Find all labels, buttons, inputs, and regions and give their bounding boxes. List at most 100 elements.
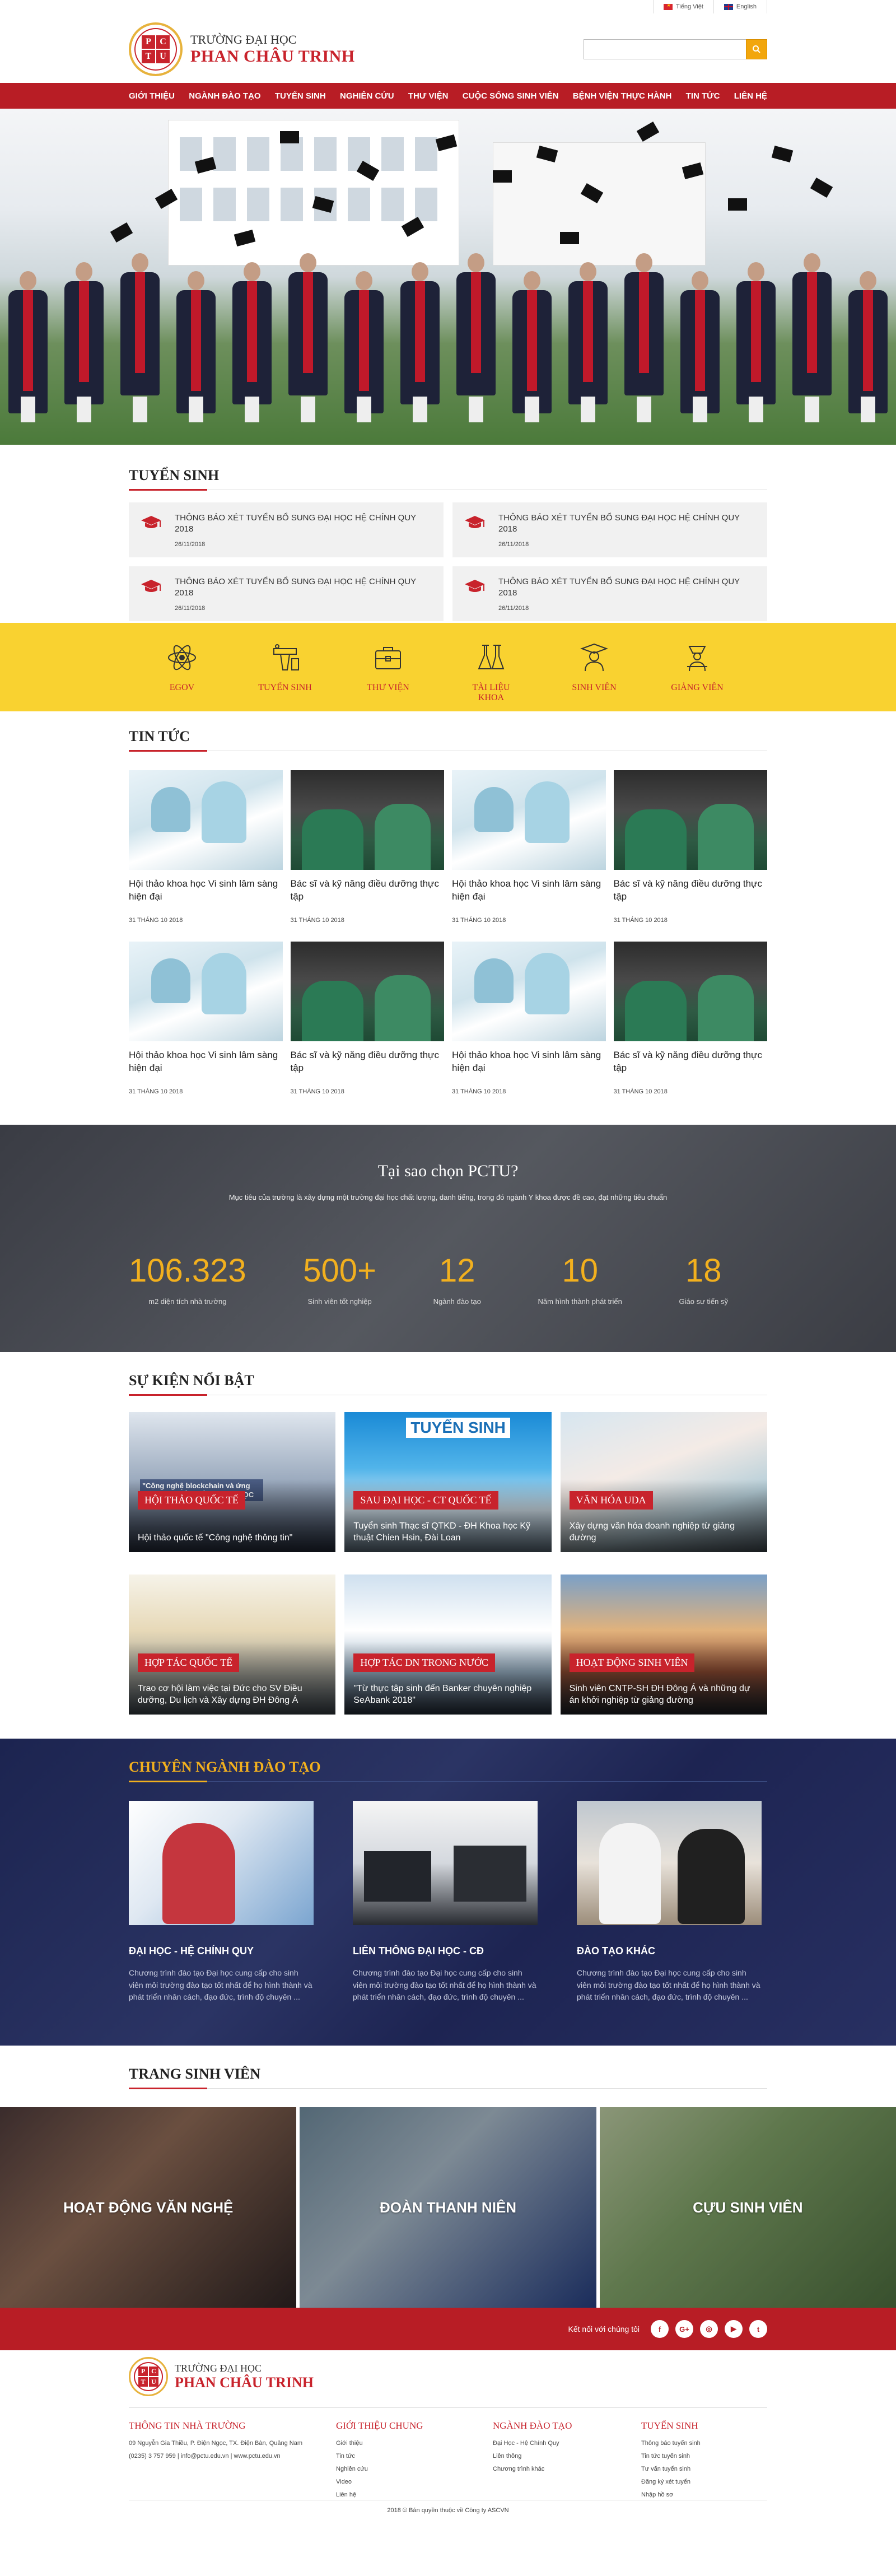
graduate-figure [568,262,608,422]
admission-date: 26/11/2018 [498,541,529,548]
news-image[interactable] [452,942,606,1041]
event-tag: HỢP TÁC DN TRONG NƯỚC [353,1653,495,1672]
program-card[interactable]: ĐÀO TẠO KHÁC Chương trình đào tạo Đại học… [577,1801,762,2004]
program-title[interactable]: ĐẠI HỌC - HỆ CHÍNH QUY [129,1945,314,1957]
footer-link[interactable]: Giới thiệu [336,2437,493,2450]
nav-item[interactable]: GIỚI THIỆU [129,91,175,101]
news-title[interactable]: Hội thảo khoa học Vi sinh lâm sàng hiện … [452,1049,606,1075]
news-title[interactable]: Hội thảo khoa học Vi sinh lâm sàng hiện … [129,1049,283,1075]
event-card[interactable]: VĂN HÓA UDA Xây dựng văn hóa doanh nghiệp… [560,1412,767,1552]
program-image[interactable] [353,1801,538,1925]
briefcase-icon [357,642,419,676]
footer-link[interactable]: Đăng ký xét tuyển [641,2476,767,2489]
quicklinks-band: EGOV TUYỂN SINH THƯ VIỆN TÀI LIỆU KHOA SINH … [0,623,896,711]
stat-number: 106.323 [129,1252,246,1289]
event-card[interactable]: HỢP TÁC DN TRONG NƯỚC "Từ thực tập sinh đ… [344,1575,552,1715]
news-title[interactable]: Bác sĩ và kỹ năng điều dưỡng thực tập [291,1049,445,1075]
quicklink-1[interactable]: EGOV [151,642,213,703]
twitter-icon[interactable]: t [749,2320,767,2338]
news-image[interactable] [290,942,444,1041]
admission-item[interactable]: THÔNG BÁO XÉT TUYỂN BỔ SUNG ĐẠI HỌC HỆ C… [129,502,444,557]
why-subtitle: Mục tiêu của trường là xây dựng một trườ… [228,1193,668,1201]
google-plus-icon[interactable]: G+ [675,2320,693,2338]
footer-logo[interactable]: PCTU TRƯỜNG ĐẠI HỌC PHAN CHÂU TRINH [129,2357,767,2408]
nav-item[interactable]: TIN TỨC [686,91,720,101]
stat-item: 18 Giáo sư tiến sỹ [679,1252,728,1306]
news-image[interactable] [129,942,283,1041]
news-image[interactable] [613,770,767,870]
footer-link[interactable]: Chương trình khác [493,2463,641,2476]
news-card[interactable]: Hội thảo khoa học Vi sinh lâm sàng hiện … [129,942,283,1113]
program-image[interactable] [129,1801,314,1925]
news-image[interactable] [129,770,283,870]
nav-item[interactable]: BỆNH VIỆN THỰC HÀNH [573,91,672,101]
news-card[interactable]: Bác sĩ và kỹ năng điều dưỡng thực tập 31 … [290,770,445,942]
news-card[interactable]: Hội thảo khoa học Vi sinh lâm sàng hiện … [129,770,283,942]
nav-item[interactable]: NGÀNH ĐÀO TẠO [189,91,260,101]
program-title[interactable]: ĐÀO TẠO KHÁC [577,1945,762,1957]
quicklink-3[interactable]: THƯ VIỆN [357,642,419,703]
quicklink-2[interactable]: TUYỂN SINH [254,642,316,703]
quicklink-6[interactable]: GIẢNG VIÊN [666,642,728,703]
news-title[interactable]: Hội thảo khoa học Vi sinh lâm sàng hiện … [129,878,283,903]
news-card[interactable]: Hội thảo khoa học Vi sinh lâm sàng hiện … [452,770,606,942]
site-logo[interactable]: PCTU TRƯỜNG ĐẠI HỌC PHAN CHÂU TRINH [129,22,355,76]
graduation-cap-icon [636,121,660,142]
nav-item[interactable]: THƯ VIỆN [408,91,449,101]
admission-item[interactable]: THÔNG BÁO XÉT TUYỂN BỔ SUNG ĐẠI HỌC HỆ C… [452,502,767,557]
news-card[interactable]: Bác sĩ và kỹ năng điều dưỡng thực tập 31 … [290,942,445,1113]
program-image[interactable] [577,1801,762,1925]
footer-link[interactable]: Video [336,2476,493,2489]
admission-item[interactable]: THÔNG BÁO XÉT TUYỂN BỔ SUNG ĐẠI HỌC HỆ C… [452,566,767,621]
nav-item[interactable]: LIÊN HỆ [734,91,767,101]
why-title: Tại sao chọn PCTU? [377,1162,519,1180]
youtube-icon[interactable]: ▶ [725,2320,743,2338]
nav-item[interactable]: CUỘC SỐNG SINH VIÊN [463,91,559,101]
quicklink-label: TUYỂN SINH [258,683,312,692]
news-title[interactable]: Bác sĩ và kỹ năng điều dưỡng thực tập [614,878,768,903]
footer-link[interactable]: Tin tức tuyển sinh [641,2450,767,2463]
footer-link[interactable]: Liên thông [493,2450,641,2463]
lang-english[interactable]: English [714,0,767,13]
footer-link[interactable]: Tư vấn tuyển sinh [641,2463,767,2476]
event-card[interactable]: "Công nghệ blockchain và ứng dụng" NGHIÊ… [129,1412,336,1552]
news-title[interactable]: Bác sĩ và kỹ năng điều dưỡng thực tập [291,878,445,903]
student-tile[interactable]: CỰU SINH VIÊN [599,2107,896,2308]
footer-link[interactable]: Nghiên cứu [336,2463,493,2476]
stat-label: m2 diện tích nhà trường [148,1297,227,1306]
admission-item[interactable]: THÔNG BÁO XÉT TUYỂN BỔ SUNG ĐẠI HỌC HỆ C… [129,566,444,621]
search-input[interactable] [584,39,746,59]
graduation-cap-icon [771,145,794,163]
news-title[interactable]: Bác sĩ và kỹ năng điều dưỡng thực tập [614,1049,768,1075]
admission-date: 26/11/2018 [498,604,529,612]
news-image[interactable] [452,770,606,870]
event-card[interactable]: TUYỂN SINH SAU ĐẠI HỌC - CT QUỐC TẾ Tuyển … [344,1412,552,1552]
event-card[interactable]: HỢP TÁC QUỐC TẾ Trao cơ hội làm việc tại … [129,1575,336,1715]
footer-link[interactable]: Tin tức [336,2450,493,2463]
footer-link[interactable]: Thông báo tuyển sinh [641,2437,767,2450]
lang-vietnamese[interactable]: Tiếng Việt [654,0,714,13]
event-card[interactable]: HOẠT ĐỘNG SINH VIÊN Sinh viên CNTP-SH ĐH … [560,1575,767,1715]
student-tile[interactable]: ĐOÀN THANH NIÊN [300,2107,596,2308]
program-title[interactable]: LIÊN THÔNG ĐẠI HỌC - CĐ [353,1945,538,1957]
nav-item[interactable]: TUYỂN SINH [275,91,326,101]
news-card[interactable]: Bác sĩ và kỹ năng điều dưỡng thực tập 31 … [613,770,768,942]
nav-item[interactable]: NGHIÊN CỨU [340,91,394,101]
program-card[interactable]: ĐẠI HỌC - HỆ CHÍNH QUY Chương trình đào t… [129,1801,314,2004]
news-card[interactable]: Hội thảo khoa học Vi sinh lâm sàng hiện … [452,942,606,1113]
footer-link[interactable]: Đại Học - Hệ Chính Quy [493,2437,641,2450]
program-card[interactable]: LIÊN THÔNG ĐẠI HỌC - CĐ Chương trình đào … [353,1801,538,2004]
search-button[interactable] [746,39,767,59]
news-title[interactable]: Hội thảo khoa học Vi sinh lâm sàng hiện … [452,878,606,903]
admission-date: 26/11/2018 [175,541,206,548]
instagram-icon[interactable]: ◎ [700,2320,718,2338]
event-caption: "Từ thực tập sinh đến Banker chuyên nghi… [353,1684,532,1706]
section-title: TIN TỨC [129,728,767,752]
student-tile[interactable]: HOẠT ĐỘNG VĂN NGHỆ [0,2107,297,2308]
news-image[interactable] [613,942,767,1041]
news-card[interactable]: Bác sĩ và kỹ năng điều dưỡng thực tập 31 … [613,942,768,1113]
news-image[interactable] [290,770,444,870]
quicklink-4[interactable]: TÀI LIỆU KHOA [460,642,522,703]
quicklink-5[interactable]: SINH VIÊN [563,642,625,703]
facebook-icon[interactable]: f [651,2320,669,2338]
